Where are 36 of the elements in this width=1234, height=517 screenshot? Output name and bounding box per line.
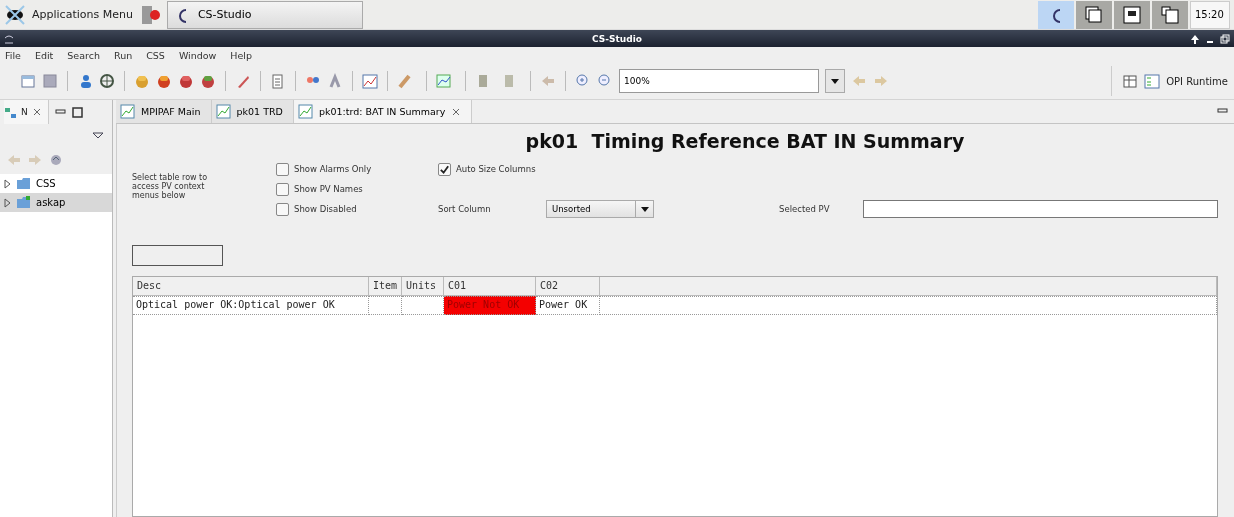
sort-label: Sort Column — [438, 204, 492, 214]
editor-tab[interactable]: pk01:trd: BAT IN Summary — [293, 100, 473, 123]
column-header[interactable]: Units — [402, 277, 444, 296]
table-cell: Power Not OK — [444, 296, 536, 315]
menu-item[interactable]: Window — [178, 49, 217, 61]
clock: 15:20 — [1190, 0, 1230, 29]
menu-item[interactable]: CSS — [146, 49, 165, 61]
column-header[interactable]: C02 — [536, 277, 600, 296]
menu-item[interactable]: File — [5, 49, 21, 61]
menu-item[interactable]: Help — [230, 49, 252, 61]
column-header[interactable]: Desc — [133, 277, 369, 296]
tree-item[interactable]: CSS — [0, 174, 112, 193]
checkbox[interactable]: Show Alarms Only — [276, 162, 438, 176]
taskbar-button[interactable]: CS-Studio — [166, 0, 363, 29]
applications-menu[interactable]: Applications Menu — [32, 8, 133, 21]
menu-item[interactable]: Search — [67, 49, 100, 61]
tree-item[interactable]: askap — [0, 193, 112, 212]
sort-dropdown[interactable]: Unsorted — [546, 200, 654, 218]
checkbox[interactable]: Auto Size Columns — [438, 162, 546, 176]
editor-tab[interactable]: MPIPAF Main — [116, 100, 212, 123]
checkbox[interactable]: Show PV Names — [276, 182, 438, 196]
menu-item[interactable]: Run — [113, 49, 133, 61]
editor-tab[interactable]: pk01 TRD — [211, 100, 294, 123]
display-title: pk01 Timing Reference BAT IN Summary — [524, 130, 966, 154]
menu-item[interactable]: Edit — [34, 49, 54, 61]
navigator-tab[interactable]: N — [4, 100, 49, 124]
column-header[interactable]: Item — [369, 277, 402, 296]
table-cell: Power OK — [536, 296, 600, 315]
window-title: CS-Studio — [591, 33, 643, 44]
perspective-label[interactable]: OPI Runtime — [1166, 75, 1228, 87]
column-header[interactable]: C01 — [444, 277, 536, 296]
hint-text: Select table row to access PV context menus below — [132, 172, 209, 200]
zoom-field[interactable]: 100% — [619, 69, 819, 93]
checkbox[interactable]: Show Disabled — [276, 202, 438, 216]
table-cell: Optical power OK:Optical power OK — [133, 296, 369, 315]
selected-pv-label: Selected PV — [779, 204, 831, 214]
